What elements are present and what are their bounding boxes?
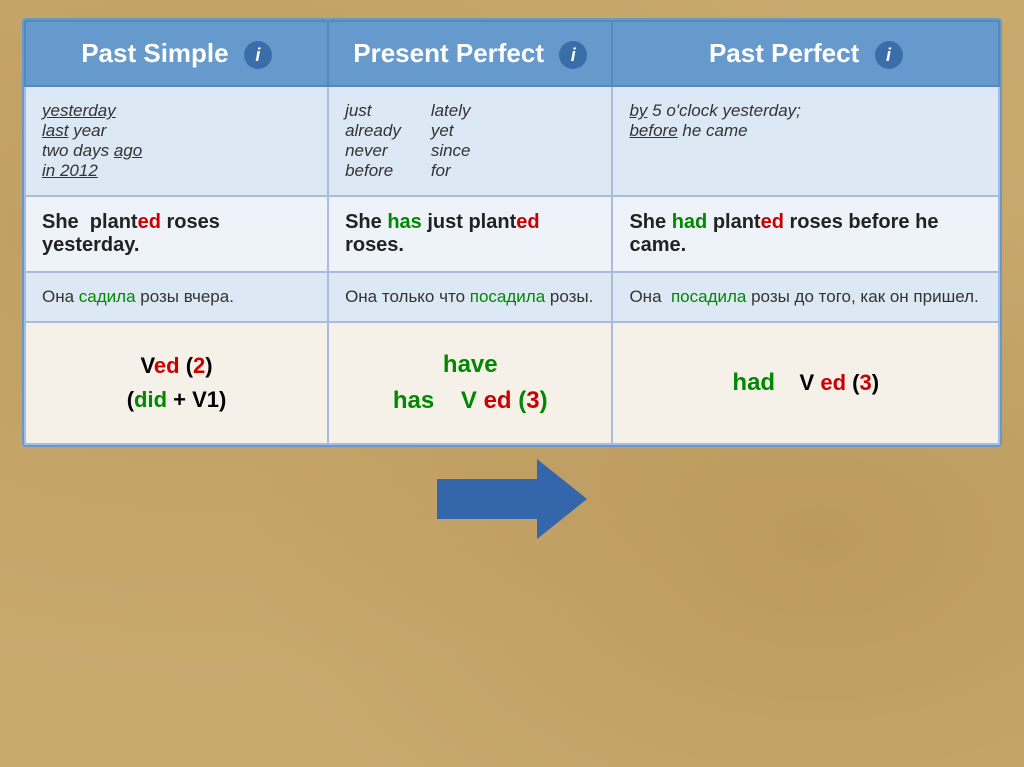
right-arrow — [437, 459, 587, 539]
main-table: Past Simple i Present Perfect i Past Per… — [22, 18, 1002, 447]
formula-col2-num: 3 — [526, 387, 539, 414]
sentence-col3-had: had — [672, 211, 708, 233]
time-col3-line2: before he came — [629, 121, 982, 141]
col1-title: Past Simple — [81, 38, 228, 68]
sentence-col1: She planted roses yesterday. — [25, 196, 328, 272]
sentence-col3-ed: ed — [761, 211, 784, 233]
time-col2-left: just already never before — [345, 101, 401, 181]
sentence-col2: She has just planted roses. — [328, 196, 612, 272]
formula-col1-sub1: 1 — [207, 387, 219, 412]
sentence-col3: She had planted roses before he came. — [612, 196, 999, 272]
time-col2-since: since — [431, 141, 471, 161]
col1-header: Past Simple i — [25, 21, 328, 86]
sentence-col2-has: has — [387, 211, 421, 233]
formula-row: Ved (2) (did + V1) have has V ed (3) had — [25, 322, 999, 444]
time-col2-already: already — [345, 121, 401, 141]
formula-col2: have has V ed (3) — [328, 322, 612, 444]
formula-col1-line2: (did + V1) — [38, 387, 315, 413]
time-col1-twodays: two days ago — [42, 141, 311, 161]
col3-info-icon[interactable]: i — [875, 41, 903, 69]
time-col3: by 5 o'clock yesterday; before he came — [612, 86, 999, 196]
col2-title: Present Perfect — [353, 38, 544, 68]
time-col2-content: just already never before lately yet sin… — [345, 101, 595, 181]
formula-col3-num: 3 — [859, 370, 871, 395]
sentence-row: She planted roses yesterday. She has jus… — [25, 196, 999, 272]
russian-col3-verb: посадила — [671, 287, 746, 306]
formula-col1: Ved (2) (did + V1) — [25, 322, 328, 444]
time-col1-in2012: in 2012 — [42, 161, 311, 181]
time-col2: just already never before lately yet sin… — [328, 86, 612, 196]
russian-col3: Она посадила розы до того, как он пришел… — [612, 272, 999, 322]
formula-col2-ed: ed — [484, 387, 512, 414]
formula-col1-did: did — [134, 387, 167, 412]
time-col2-right: lately yet since for — [431, 101, 471, 181]
time-col2-for: for — [431, 161, 471, 181]
arrow-body — [437, 479, 537, 519]
formula-col2-has-v: has V ed (3) — [341, 387, 599, 415]
arrow-container — [437, 459, 587, 539]
formula-col3-ed: ed — [820, 370, 846, 395]
col2-header: Present Perfect i — [328, 21, 612, 86]
time-col2-lately: lately — [431, 101, 471, 121]
russian-col2-verb: посадила — [470, 287, 545, 306]
time-col2-just: just — [345, 101, 401, 121]
time-col2-before: before — [345, 161, 401, 181]
formula-col1-ed: ed — [154, 353, 180, 378]
header-row: Past Simple i Present Perfect i Past Per… — [25, 21, 999, 86]
time-col1: yesterday last year two days ago in 2012 — [25, 86, 328, 196]
time-col1-yesterday: yesterday — [42, 101, 311, 121]
sentence-col2-ed: ed — [516, 211, 539, 233]
formula-col3-had: had — [732, 369, 775, 396]
russian-row: Она садила розы вчера. Она только что по… — [25, 272, 999, 322]
formula-col1-line1: Ved (2) — [38, 353, 315, 379]
col2-info-icon[interactable]: i — [559, 41, 587, 69]
col1-info-icon[interactable]: i — [244, 41, 272, 69]
time-col1-lastyear: last year — [42, 121, 311, 141]
russian-col1: Она садила розы вчера. — [25, 272, 328, 322]
time-col2-never: never — [345, 141, 401, 161]
formula-col1-num: 2 — [193, 353, 205, 378]
time-expressions-row: yesterday last year two days ago in 2012… — [25, 86, 999, 196]
russian-col2: Она только что посадила розы. — [328, 272, 612, 322]
time-col3-line1: by 5 o'clock yesterday; — [629, 101, 982, 121]
sentence-col1-ed: ed — [138, 211, 161, 233]
col3-title: Past Perfect — [709, 38, 859, 68]
col3-header: Past Perfect i — [612, 21, 999, 86]
arrow-head — [537, 459, 587, 539]
formula-col2-have: have — [341, 351, 599, 379]
time-col2-yet: yet — [431, 121, 471, 141]
formula-col3: had V ed (3) — [612, 322, 999, 444]
russian-col1-verb: садила — [79, 287, 136, 306]
